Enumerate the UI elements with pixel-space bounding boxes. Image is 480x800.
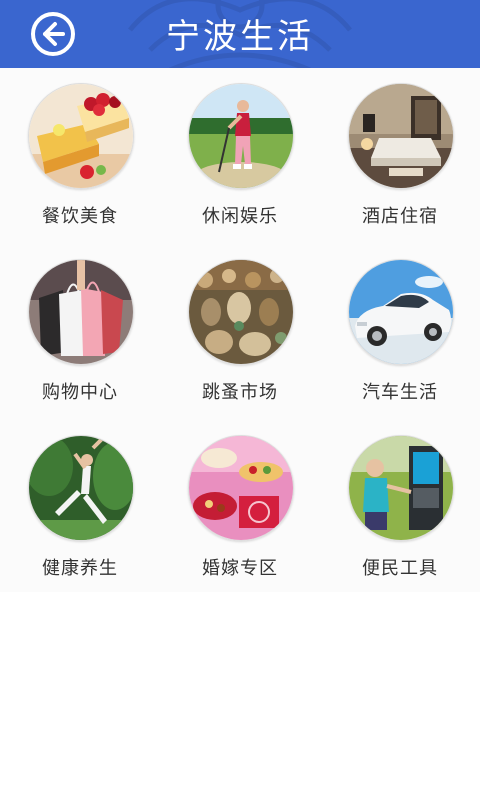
- category-grid: 餐饮美食 休闲娱乐 酒店住宿 购物中心 跳蚤市场 汽车生活 健康养生 婚嫁专区 …: [0, 68, 480, 592]
- category-health[interactable]: 健康养生: [0, 420, 160, 595]
- category-flea-market[interactable]: 跳蚤市场: [160, 244, 320, 419]
- category-wedding[interactable]: 婚嫁专区: [160, 420, 320, 595]
- category-tools[interactable]: 便民工具: [320, 420, 480, 595]
- category-auto[interactable]: 汽车生活: [320, 244, 480, 419]
- market-figurines-image: [188, 259, 294, 365]
- yoga-pose-image: [28, 435, 134, 541]
- category-label: 购物中心: [42, 382, 118, 403]
- kiosk-child-image: [348, 435, 454, 541]
- category-label: 婚嫁专区: [202, 558, 278, 579]
- app-header: 宁波生活: [0, 0, 480, 68]
- category-label: 便民工具: [362, 558, 438, 579]
- category-hotel[interactable]: 酒店住宿: [320, 68, 480, 243]
- white-car-image: [348, 259, 454, 365]
- golf-player-image: [188, 83, 294, 189]
- category-shopping[interactable]: 购物中心: [0, 244, 160, 419]
- category-label: 酒店住宿: [362, 206, 438, 227]
- wedding-food-image: [188, 435, 294, 541]
- shopping-bags-image: [28, 259, 134, 365]
- category-leisure[interactable]: 休闲娱乐: [160, 68, 320, 243]
- category-dining[interactable]: 餐饮美食: [0, 68, 160, 243]
- category-label: 跳蚤市场: [202, 382, 278, 403]
- cake-food-image: [28, 83, 134, 189]
- category-label: 健康养生: [42, 558, 118, 579]
- category-label: 餐饮美食: [42, 206, 118, 227]
- page-title: 宁波生活: [166, 17, 314, 57]
- hotel-room-image: [348, 83, 454, 189]
- category-label: 休闲娱乐: [202, 206, 278, 227]
- category-label: 汽车生活: [362, 382, 438, 403]
